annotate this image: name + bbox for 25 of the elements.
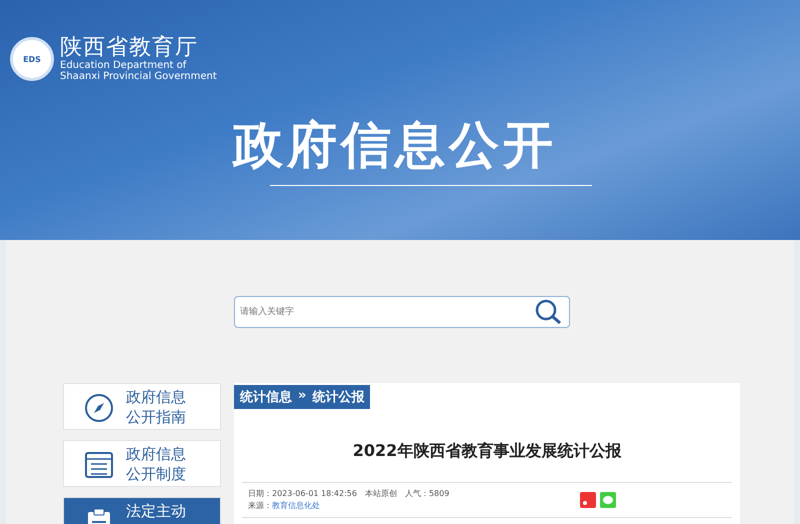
chat-icon[interactable] bbox=[600, 492, 616, 508]
meta-info: 日期：2023-06-01 18:42:56 本站原创 人气：5809 bbox=[248, 488, 450, 500]
banner-title: 政府信息公开 bbox=[233, 115, 557, 176]
article-title: 2022年陕西省教育事业发展统计公报 bbox=[352, 441, 622, 462]
sidebar-item[interactable]: 政府信息 公开制度 bbox=[63, 440, 221, 487]
list-icon bbox=[84, 450, 114, 480]
logo: EDS bbox=[10, 37, 54, 81]
sidebar-label: 法定主动 bbox=[126, 501, 186, 521]
breadcrumb-link[interactable]: 统计信息 bbox=[240, 388, 292, 406]
breadcrumb-separator: » bbox=[298, 388, 306, 405]
source-label: 来源： bbox=[248, 501, 272, 510]
sidebar-label: 政府信息 公开指南 bbox=[126, 387, 186, 427]
search-icon[interactable] bbox=[535, 299, 563, 325]
org-name: 陕西省教育厅 bbox=[60, 36, 199, 60]
sidebar-item[interactable]: 政府信息 公开指南 bbox=[63, 383, 221, 430]
rss-icon[interactable] bbox=[580, 492, 596, 508]
org-name-english: Education Department of bbox=[60, 60, 188, 71]
source-link[interactable]: 教育信息化处 bbox=[272, 501, 320, 510]
compass-icon bbox=[84, 393, 114, 423]
sidebar-item[interactable]: 法定主动 bbox=[63, 497, 221, 524]
search-field[interactable]: 请输入关键字 bbox=[238, 306, 535, 318]
sidebar-label: 政府信息 公开制度 bbox=[126, 444, 186, 484]
breadcrumb-link[interactable]: 统计公报 bbox=[312, 388, 364, 406]
org-name-english: Shaanxi Provincial Government bbox=[60, 71, 217, 82]
search-bar[interactable]: 请输入关键字 bbox=[234, 296, 570, 328]
